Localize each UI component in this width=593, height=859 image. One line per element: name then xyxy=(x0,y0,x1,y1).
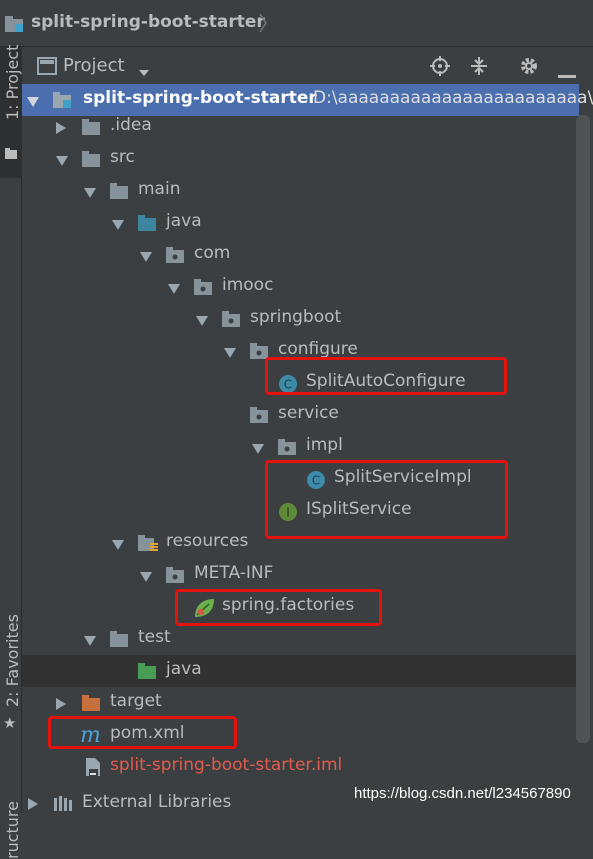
folder-icon xyxy=(81,150,103,173)
folder-label: test xyxy=(138,627,171,647)
expand-arrow-icon[interactable] xyxy=(167,280,181,300)
package-icon xyxy=(165,566,187,589)
chevron-down-icon[interactable] xyxy=(138,62,150,82)
breadcrumb-bar: split-spring-boot-starter xyxy=(0,0,593,47)
libraries-icon xyxy=(53,794,75,813)
tab-structure[interactable]: ructure xyxy=(3,801,22,859)
highlight-box xyxy=(48,716,237,749)
package-label: imooc xyxy=(222,275,274,295)
expand-arrow-icon[interactable] xyxy=(83,632,97,652)
tree-row-test[interactable]: test xyxy=(22,623,579,655)
minimize-icon[interactable] xyxy=(558,64,576,84)
locate-icon[interactable] xyxy=(430,56,450,81)
breadcrumb-project-name[interactable]: split-spring-boot-starter xyxy=(31,12,265,32)
folder-label: java xyxy=(166,211,202,231)
folder-icon xyxy=(109,630,131,653)
star-icon: ★ xyxy=(3,714,17,732)
panel-layout-icon xyxy=(37,57,57,80)
package-icon xyxy=(277,438,299,461)
folder-label: main xyxy=(138,179,181,199)
folder-icon xyxy=(81,118,103,141)
tab-favorites[interactable]: 2: Favorites xyxy=(3,614,22,707)
tree-row-idea[interactable]: .idea xyxy=(22,111,579,143)
expand-arrow-icon[interactable] xyxy=(111,216,125,236)
collapsed-arrow-icon[interactable] xyxy=(27,796,39,813)
folder-label: java xyxy=(166,659,202,679)
package-icon xyxy=(249,406,271,429)
collapsed-arrow-icon[interactable] xyxy=(55,120,67,140)
project-panel-header: Project xyxy=(22,47,593,84)
root-module-name: split-spring-boot-starter xyxy=(83,88,317,108)
tree-row-test-java[interactable]: java xyxy=(22,655,579,687)
expand-arrow-icon[interactable] xyxy=(139,248,153,268)
highlight-box xyxy=(265,460,508,539)
tab-project[interactable]: 1: Project xyxy=(0,44,22,178)
external-libraries-label: External Libraries xyxy=(82,792,232,812)
package-label: impl xyxy=(306,435,343,455)
excluded-folder-icon xyxy=(81,694,103,717)
package-icon xyxy=(193,278,215,301)
panel-title[interactable]: Project xyxy=(63,55,125,76)
folder-label: .idea xyxy=(110,115,152,135)
expand-arrow-icon[interactable] xyxy=(223,344,237,364)
tree-row-iml[interactable]: split-spring-boot-starter.iml xyxy=(22,751,579,783)
project-tab-label: 1: Project xyxy=(3,44,22,120)
folder-label: resources xyxy=(166,531,249,551)
tree-row-service[interactable]: service xyxy=(22,399,579,431)
highlight-box xyxy=(175,589,382,626)
expand-arrow-icon[interactable] xyxy=(55,152,69,172)
tree-row-meta-inf[interactable]: META-INF xyxy=(22,559,579,591)
package-icon xyxy=(165,246,187,269)
project-folder-icon xyxy=(4,13,26,38)
root-module-path: D:\aaaaaaaaaaaaaaaaaaaaaaaa\sp xyxy=(313,88,593,108)
left-tool-strip: 1: Project 2: Favorites ★ ructure xyxy=(0,44,22,859)
tree-row-impl[interactable]: impl xyxy=(22,431,579,463)
collapsed-arrow-icon[interactable] xyxy=(55,696,67,716)
breadcrumb-chevron-icon xyxy=(258,12,268,39)
tree-row-com[interactable]: com xyxy=(22,239,579,271)
file-label: split-spring-boot-starter.iml xyxy=(110,755,343,775)
project-tree: split-spring-boot-starter D:\aaaaaaaaaaa… xyxy=(22,84,593,813)
tree-row-java[interactable]: java xyxy=(22,207,579,239)
iml-file-icon xyxy=(84,756,102,783)
watermark-text: https://blog.csdn.net/l234567890 xyxy=(354,785,571,802)
expand-arrow-icon[interactable] xyxy=(139,568,153,588)
expand-arrow-icon[interactable] xyxy=(83,184,97,204)
tree-row-main[interactable]: main xyxy=(22,175,579,207)
gear-icon[interactable] xyxy=(519,56,539,81)
test-source-folder-icon xyxy=(137,662,159,685)
project-tab-folder-icon xyxy=(4,145,18,165)
collapse-all-icon[interactable] xyxy=(469,56,489,81)
package-label: springboot xyxy=(250,307,342,327)
resources-folder-icon xyxy=(137,534,159,557)
expand-arrow-icon[interactable] xyxy=(195,312,209,332)
tree-row-springboot[interactable]: springboot xyxy=(22,303,579,335)
tree-row-src[interactable]: src xyxy=(22,143,579,175)
expand-arrow-icon[interactable] xyxy=(251,440,265,460)
tree-row-target[interactable]: target xyxy=(22,687,579,719)
folder-label: target xyxy=(110,691,162,711)
folder-label: META-INF xyxy=(194,563,274,583)
expand-arrow-icon[interactable] xyxy=(26,93,40,113)
tree-row-imooc[interactable]: imooc xyxy=(22,271,579,303)
source-folder-icon xyxy=(137,214,159,237)
package-icon xyxy=(221,310,243,333)
folder-icon xyxy=(109,182,131,205)
tree-scrollbar[interactable] xyxy=(576,115,590,743)
highlight-box xyxy=(265,357,507,395)
package-label: com xyxy=(194,243,231,263)
expand-arrow-icon[interactable] xyxy=(111,536,125,556)
package-label: service xyxy=(278,403,339,423)
folder-label: src xyxy=(110,147,135,167)
package-label: configure xyxy=(278,339,358,359)
